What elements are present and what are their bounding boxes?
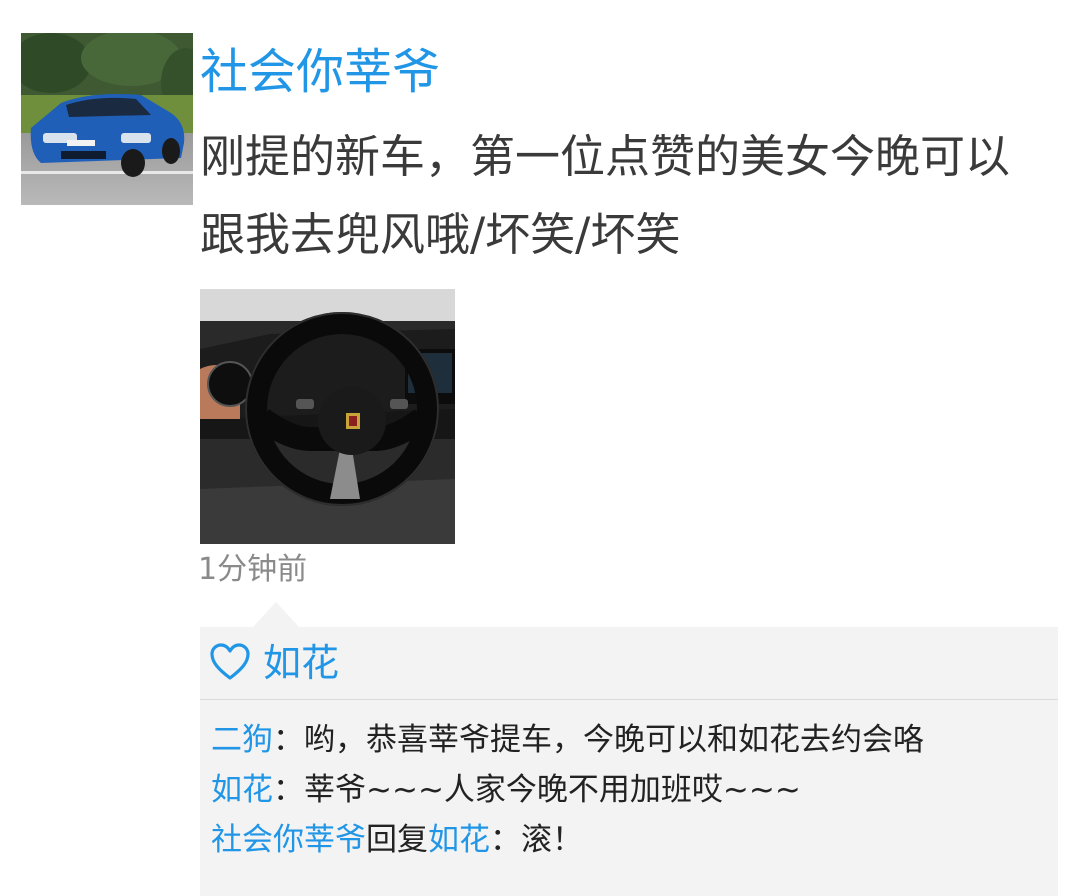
- comment-box: 如花 二狗：哟，恭喜莘爷提车，今晚可以和如花去约会咯 如花：莘爷~~~人家今晚不…: [200, 627, 1058, 896]
- post-author-name[interactable]: 社会你莘爷: [200, 40, 440, 104]
- comment-list: 二狗：哟，恭喜莘爷提车，今晚可以和如花去约会咯 如花：莘爷~~~人家今晚不用加班…: [211, 715, 924, 865]
- reply-to-name[interactable]: 如花: [428, 822, 490, 858]
- comment-item[interactable]: 如花：莘爷~~~人家今晚不用加班哎~~~: [211, 765, 924, 815]
- comment-author[interactable]: 社会你莘爷: [211, 822, 366, 858]
- comment-item[interactable]: 社会你莘爷回复如花：滚！: [211, 815, 924, 865]
- heart-outline-icon[interactable]: [210, 643, 250, 681]
- comment-separator: ：: [273, 772, 304, 808]
- comment-text: 滚！: [521, 822, 583, 858]
- comment-separator: ：: [490, 822, 521, 858]
- comment-text: 莘爷~~~人家今晚不用加班哎~~~: [304, 772, 801, 808]
- comment-author[interactable]: 如花: [211, 772, 273, 808]
- post-photo[interactable]: [200, 289, 455, 544]
- comment-box-pointer: [252, 602, 300, 628]
- comment-author[interactable]: 二狗: [211, 722, 273, 758]
- comment-separator: ：: [273, 722, 304, 758]
- reply-word: 回复: [366, 822, 428, 858]
- liker-name[interactable]: 如花: [263, 637, 339, 689]
- post-text: 刚提的新车，第一位点赞的美女今晚可以跟我去兜风哦/坏笑/坏笑: [200, 130, 1011, 261]
- comment-text: 哟，恭喜莘爷提车，今晚可以和如花去约会咯: [304, 722, 924, 758]
- post-timestamp: 1分钟前: [198, 552, 308, 587]
- comment-item[interactable]: 二狗：哟，恭喜莘爷提车，今晚可以和如花去约会咯: [211, 715, 924, 765]
- avatar[interactable]: [21, 33, 193, 205]
- likes-row: 如花: [200, 627, 1058, 700]
